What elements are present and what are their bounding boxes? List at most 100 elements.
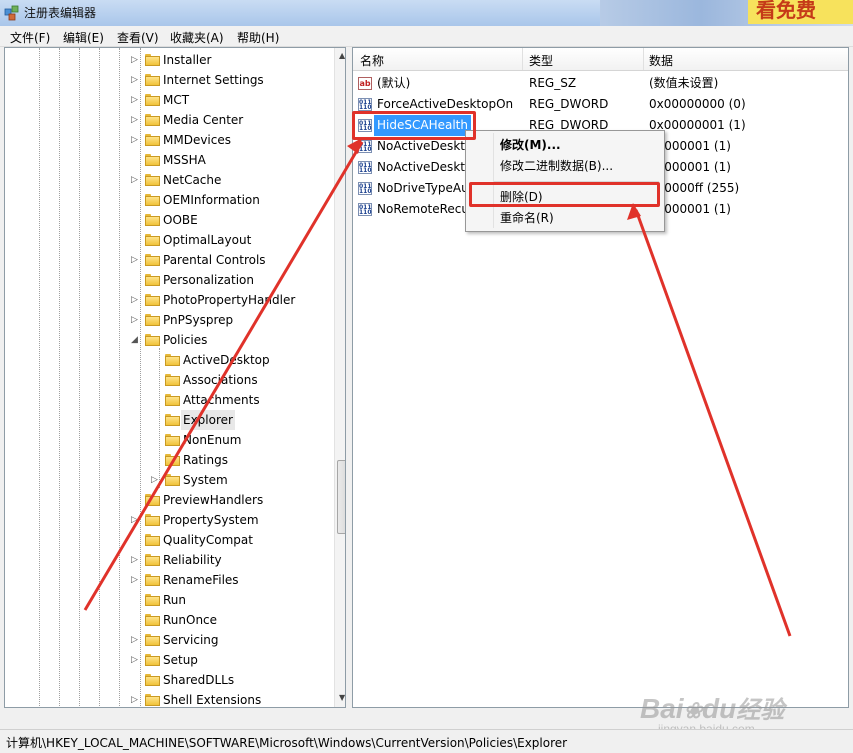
expand-arrow-icon[interactable]: ▷: [131, 90, 141, 110]
column-data-header[interactable]: 数据: [649, 52, 673, 69]
string-value-icon: ab: [358, 77, 372, 90]
menu-edit[interactable]: 编辑(E): [63, 29, 104, 46]
tree-scroll-thumb[interactable]: [337, 460, 345, 534]
folder-shape: [145, 214, 160, 226]
folder-shape: [145, 54, 160, 66]
folder-shape: [165, 434, 180, 446]
tree-guide-line: [59, 48, 60, 707]
folder-shape: [145, 574, 160, 586]
window-title: 注册表编辑器: [24, 6, 97, 20]
expand-arrow-icon[interactable]: ▷: [131, 70, 141, 90]
collapse-arrow-icon[interactable]: ◢: [131, 330, 141, 350]
value-type: REG_SZ: [529, 76, 577, 90]
expand-arrow-icon[interactable]: ▷: [131, 130, 141, 150]
tree-item-label: Attachments: [183, 393, 260, 407]
tree-guide-line: [99, 48, 100, 707]
folder-icon: [145, 654, 160, 666]
tree-item-label: Personalization: [163, 273, 254, 287]
menu-help[interactable]: 帮助(H): [237, 29, 279, 46]
menu-item-modify[interactable]: 修改(M)...: [500, 136, 561, 153]
expand-arrow-icon[interactable]: ▷: [131, 630, 141, 650]
expand-arrow-icon[interactable]: ▷: [131, 570, 141, 590]
folder-shape: [145, 654, 160, 666]
status-bar: 计算机\HKEY_LOCAL_MACHINE\SOFTWARE\Microsof…: [0, 729, 853, 753]
tree-item-label: PhotoPropertyHandler: [163, 293, 296, 307]
tree-item-label: OptimalLayout: [163, 233, 252, 247]
tree-item-label: Parental Controls: [163, 253, 266, 267]
registry-tree-pane[interactable]: ▷ Installer ▷ Internet Settings ▷ MCT ▷ Media C…: [4, 47, 346, 708]
folder-shape: [145, 554, 160, 566]
tree-item-label: Run: [163, 593, 187, 607]
folder-shape: [165, 354, 180, 366]
watermark-brand-a: Bai: [640, 693, 684, 724]
value-row[interactable]: ab (默认) REG_SZ (数值未设置): [353, 73, 848, 94]
column-type-header[interactable]: 类型: [529, 52, 553, 69]
tree-vertical-scrollbar[interactable]: ▲ ▼: [334, 48, 345, 707]
binary-value-icon: 011 110: [358, 98, 372, 111]
expand-arrow-icon[interactable]: ▷: [131, 650, 141, 670]
tree-item-label: Ratings: [183, 453, 228, 467]
folder-shape: [145, 174, 160, 186]
expand-arrow-icon[interactable]: ▷: [131, 250, 141, 270]
expand-arrow-icon[interactable]: ▷: [131, 50, 141, 70]
tree-item-label: RunOnce: [163, 613, 218, 627]
expand-arrow-icon[interactable]: ▷: [131, 550, 141, 570]
folder-icon: [145, 314, 160, 326]
scroll-down-icon[interactable]: ▼: [339, 693, 345, 702]
expand-arrow-icon[interactable]: ▷: [131, 110, 141, 130]
folder-icon: [165, 374, 180, 386]
tree-item-label: Installer: [163, 53, 212, 67]
column-divider[interactable]: [643, 48, 644, 70]
scroll-up-icon[interactable]: ▲: [339, 51, 345, 60]
folder-icon: [145, 494, 160, 506]
column-name-header[interactable]: 名称: [360, 52, 384, 69]
expand-arrow-icon[interactable]: ▷: [131, 510, 141, 530]
expand-arrow-icon[interactable]: ▷: [131, 690, 141, 707]
expand-arrow-icon[interactable]: ▷: [131, 170, 141, 190]
folder-shape: [145, 594, 160, 606]
tree-item-label: RenameFiles: [163, 573, 239, 587]
expand-arrow-icon[interactable]: ▷: [131, 310, 141, 330]
tree-item-label: Associations: [183, 373, 258, 387]
folder-icon: [145, 114, 160, 126]
expand-arrow-icon[interactable]: ▷: [131, 290, 141, 310]
value-name: NoDriveTypeAu: [377, 181, 469, 195]
menu-view[interactable]: 查看(V): [117, 29, 159, 46]
tree-item-label: System: [183, 473, 228, 487]
menu-item-modify-binary[interactable]: 修改二进制数据(B)...: [500, 157, 613, 174]
folder-icon: [145, 514, 160, 526]
folder-icon: [145, 594, 160, 606]
value-name: (默认): [377, 76, 411, 90]
menu-file[interactable]: 文件(F): [10, 29, 50, 46]
folder-icon: [145, 134, 160, 146]
folder-shape: [145, 334, 160, 346]
binary-value-icon: 011 110: [358, 140, 372, 153]
folder-shape: [145, 674, 160, 686]
folder-shape: [145, 634, 160, 646]
menu-item-rename[interactable]: 重命名(R): [500, 209, 554, 226]
folder-icon: [145, 294, 160, 306]
value-name: NoActiveDeskto: [377, 160, 473, 174]
column-divider[interactable]: [522, 48, 523, 70]
expand-arrow-icon[interactable]: ▷: [151, 470, 161, 490]
folder-shape: [145, 94, 160, 106]
menu-favorites[interactable]: 收藏夹(A): [170, 29, 224, 46]
regedit-app-icon: [4, 5, 19, 21]
tree-item-label: PropertySystem: [163, 513, 259, 527]
folder-icon: [145, 614, 160, 626]
folder-icon: [145, 54, 160, 66]
folder-icon: [145, 334, 160, 346]
folder-shape: [145, 614, 160, 626]
folder-icon: [145, 174, 160, 186]
folder-shape: [145, 154, 160, 166]
folder-icon: [145, 234, 160, 246]
folder-icon: [145, 694, 160, 706]
title-bar: 注册表编辑器 看免费: [0, 0, 853, 26]
